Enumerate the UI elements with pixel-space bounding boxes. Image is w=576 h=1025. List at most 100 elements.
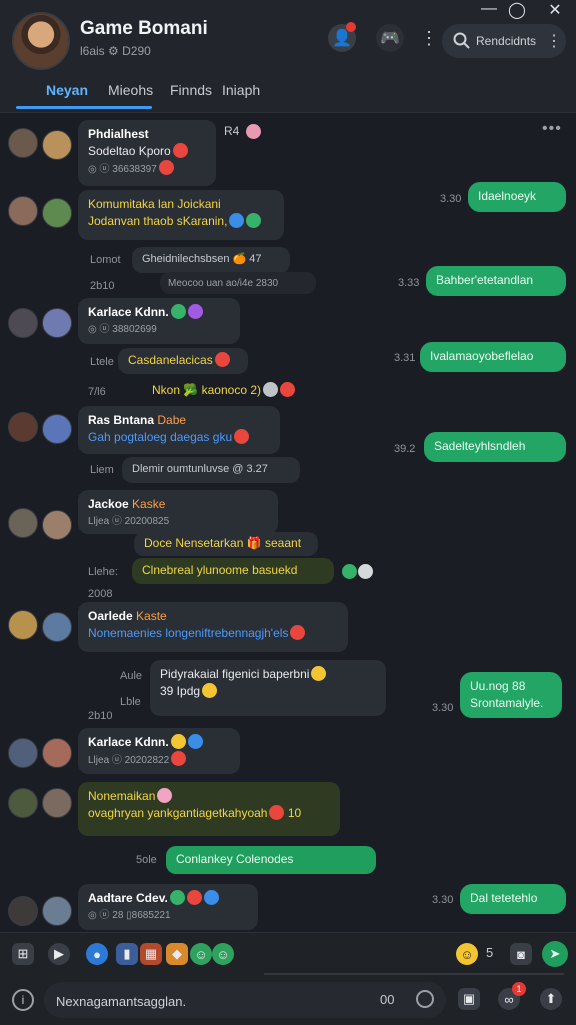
outgoing-message[interactable]: Bahber'etetandlan — [426, 266, 566, 296]
message-text: ovaghryan yankgantiagetkahyoah 10 — [88, 805, 302, 820]
play-icon[interactable]: ▶ — [48, 943, 70, 965]
mic-icon[interactable]: ⬆ — [540, 988, 562, 1010]
message-bubble[interactable]: Karlace Kdnn. ◎ ⓤ 38802699 — [78, 298, 240, 344]
timestamp: 3.30 — [432, 702, 454, 714]
message-meta: ◎ ⓤ 36638397 — [88, 160, 206, 178]
chat-icon[interactable]: ● — [86, 943, 108, 965]
avatar[interactable] — [42, 896, 72, 926]
message-bubble[interactable]: Casdanelacicas — [118, 348, 248, 374]
row-label: 2008 — [88, 588, 113, 600]
emoji-icon — [169, 890, 185, 905]
title-bar: Game Bomani l6ais ⚙ D290 👤 🎮 ⋮ — ◯ ✕ Ren… — [0, 0, 576, 74]
minimize-button[interactable]: — — [474, 0, 504, 18]
divider — [264, 973, 564, 975]
emoji-icon — [311, 666, 327, 681]
message-bubble[interactable]: Aadtare Cdev. ◎ ⓤ 28 ▯8685221 — [78, 884, 258, 930]
char-counter: 00 — [380, 992, 395, 1007]
timer-icon[interactable] — [416, 990, 434, 1008]
outgoing-message[interactable]: Ivalamaoyobeflelao — [420, 342, 566, 372]
game-icon[interactable]: 🎮 — [376, 24, 404, 52]
game-icon[interactable]: ◆ — [166, 943, 188, 965]
search-box[interactable]: Rendcidnts ⋮ — [442, 24, 566, 58]
avatar[interactable] — [8, 128, 38, 158]
sticker-icon[interactable]: ☺ — [190, 943, 212, 965]
message-bubble[interactable]: Karlace Kdnn. Lljea ⓤ 20202822 — [78, 728, 240, 774]
message-bubble[interactable]: Phdialhest Sodeltao Kporo ◎ ⓤ 36638397 — [78, 120, 216, 186]
outgoing-message[interactable]: Sadelteyhlsndleh — [424, 432, 566, 462]
tab-finnds[interactable]: Finnds — [170, 82, 212, 98]
avatar[interactable] — [42, 788, 72, 818]
avatar[interactable] — [42, 130, 72, 160]
emoji-icon — [158, 160, 174, 175]
document-icon[interactable]: ▮ — [116, 943, 138, 965]
message-bubble[interactable]: Doce Nensetarkan 🎁 seaant — [134, 532, 318, 556]
contact-avatar[interactable] — [12, 12, 70, 70]
row-label: 7/l6 — [88, 386, 106, 398]
emoji-icon — [234, 429, 250, 444]
message-text: Uu.nog 88 — [470, 679, 526, 693]
more-options-icon[interactable]: ••• — [542, 120, 562, 138]
tab-mieohs[interactable]: Mieohs — [108, 82, 153, 98]
message-bubble[interactable]: Jackoe Kaske Lljea ⓤ 20200825 — [78, 490, 278, 534]
header-menu-icon[interactable]: ⋮ — [420, 28, 438, 49]
avatar[interactable] — [8, 610, 38, 640]
camera-icon[interactable]: ◙ — [510, 943, 532, 965]
message-input-box[interactable]: 00 — [44, 982, 446, 1020]
tab-neyan[interactable]: Neyan — [46, 82, 88, 98]
info-icon[interactable]: i — [12, 989, 34, 1011]
avatar[interactable] — [8, 738, 38, 768]
message-meta: ◎ ⓤ 28 ▯8685221 — [88, 910, 171, 921]
emoji-icon — [214, 352, 230, 367]
message-bubble[interactable]: Ras Bntana Dabe Gah pogtaloeg daegas gku — [78, 406, 280, 454]
reaction-label: R4 — [224, 124, 240, 138]
close-button[interactable]: ✕ — [540, 0, 570, 20]
message-bubble[interactable]: Meocoo uan ao/i4e 2830 — [160, 272, 316, 294]
search-menu-icon[interactable]: ⋮ — [546, 31, 562, 51]
avatar[interactable] — [42, 198, 72, 228]
avatar[interactable] — [8, 508, 38, 538]
message-bubble[interactable]: Dlemir oumtunluvse @ 3.27 — [122, 457, 300, 483]
emoji-icon — [170, 734, 186, 749]
avatar[interactable] — [42, 510, 72, 540]
avatar[interactable] — [8, 412, 38, 442]
apps-icon[interactable]: ⊞ — [12, 943, 34, 965]
row-label: 5ole — [136, 854, 157, 866]
outgoing-message[interactable]: Dal tetetehlo — [460, 884, 566, 914]
send-icon[interactable]: ➤ — [542, 941, 568, 967]
timestamp: 3.33 — [398, 277, 420, 289]
avatar[interactable] — [8, 308, 38, 338]
outgoing-message[interactable]: Uu.nog 88 Srontamalyle. — [460, 672, 562, 718]
message-bubble[interactable]: Gheidnilechsbsen 🍊 47 — [132, 247, 290, 273]
chat-subtitle: l6ais ⚙ D290 — [80, 44, 151, 58]
message-bubble[interactable]: Conlankey Colenodes — [166, 846, 376, 874]
message-bubble[interactable]: Pidyrakaial figenici baperbni 39 Ipdg — [150, 660, 386, 716]
sender-line: Ras Bntana Dabe — [88, 413, 187, 427]
message-bubble[interactable]: Oarlede Kaste Nonemaenies longeniftreben… — [78, 602, 348, 652]
emoji-picker-icon[interactable]: ☺ — [456, 943, 478, 965]
message-text: Jodanvan thaob sKaranin, — [88, 213, 274, 230]
message-bubble[interactable]: Clnebreal ylunoome basuekd — [132, 558, 334, 584]
avatar[interactable] — [42, 738, 72, 768]
active-tab-indicator — [16, 106, 152, 109]
avatar[interactable] — [42, 612, 72, 642]
message-bubble[interactable]: Nonemaikan ovaghryan yankgantiagetkahyoa… — [78, 782, 340, 836]
message-input[interactable] — [54, 982, 378, 1020]
avatar[interactable] — [8, 788, 38, 818]
avatar[interactable] — [8, 196, 38, 226]
message-text: Pidyrakaial figenici baperbni — [160, 666, 376, 683]
emoji-icon — [186, 890, 202, 905]
tab-iniaph[interactable]: Iniaph — [222, 82, 260, 98]
emoji-icon — [157, 788, 173, 803]
avatar[interactable] — [42, 414, 72, 444]
avatar[interactable] — [42, 308, 72, 338]
row-label: 2b10 — [90, 280, 115, 292]
emoji-icon[interactable]: ☺ — [212, 943, 234, 965]
outgoing-message[interactable]: Idaelnoeyk — [468, 182, 566, 212]
message-bubble[interactable]: Komumitaka lan Joickani Jodanvan thaob s… — [78, 190, 284, 240]
row-label: Aule — [120, 670, 143, 682]
attach-icon[interactable]: ▣ — [458, 988, 480, 1010]
avatar[interactable] — [8, 896, 38, 926]
gift-icon[interactable]: ▦ — [140, 943, 162, 965]
maximize-button[interactable]: ◯ — [502, 0, 532, 20]
row-label: Llehe: — [88, 566, 118, 578]
